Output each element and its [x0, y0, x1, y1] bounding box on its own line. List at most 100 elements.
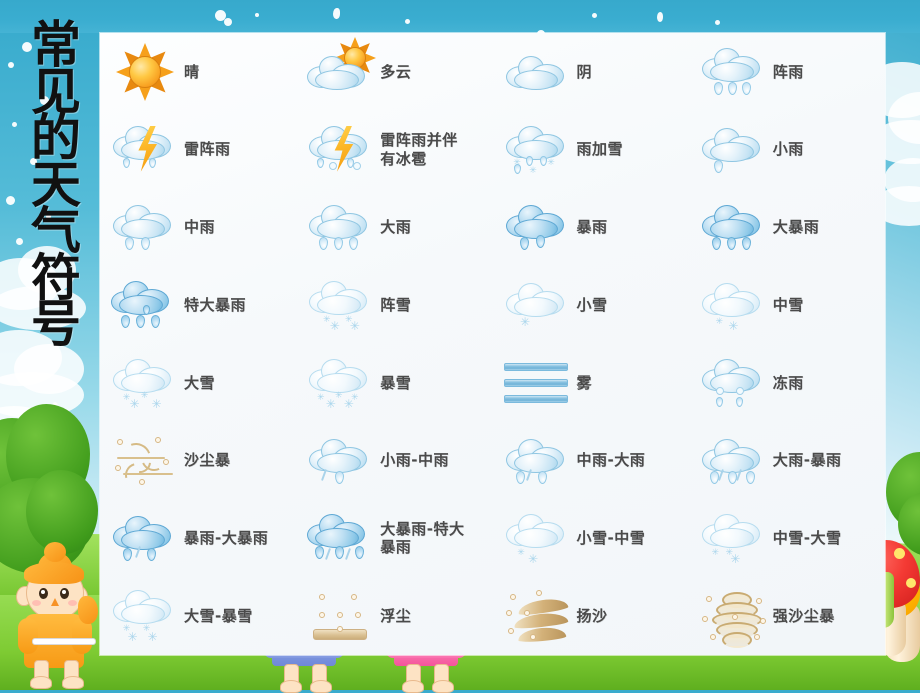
weather-symbol-label: 大雪: [184, 373, 216, 392]
weather-symbol-cell[interactable]: 雷阵雨并伴有冰雹: [296, 111, 492, 189]
weather-symbol-cell[interactable]: 大暴雨: [689, 189, 885, 267]
weather-symbol-cell[interactable]: 扬沙: [493, 577, 689, 655]
cloud-light-snow-icon: [501, 274, 577, 336]
weather-symbol-cell[interactable]: 大雪: [100, 344, 296, 422]
weather-symbol-cell[interactable]: 大雨: [296, 189, 492, 267]
cloud-light-rain-icon: [697, 119, 773, 181]
cloud-sun-icon: [304, 36, 380, 103]
cloud-freezing-rain-icon: [697, 352, 773, 414]
weather-symbol-label: 阴: [576, 62, 593, 81]
severe-sandstorm-icon: [697, 585, 773, 649]
weather-symbol-label: 雨加雪: [576, 140, 624, 159]
weather-symbol-label: 阵雪: [380, 295, 412, 314]
weather-symbol-label: 沙尘暴: [184, 451, 231, 470]
weather-symbol-label: 雾: [576, 373, 593, 392]
weather-symbol-cell[interactable]: 暴雪: [296, 344, 492, 422]
top-accent-band: [0, 0, 920, 33]
cloud-big-to-severe-rainstorm-icon: [304, 507, 380, 569]
weather-symbol-cell[interactable]: 强沙尘暴: [689, 577, 885, 655]
cloud-heavy-rain-icon: [304, 196, 380, 258]
weather-symbol-cell[interactable]: 中雨: [100, 189, 296, 267]
weather-symbol-cell[interactable]: 大雪-暴雪: [100, 577, 296, 655]
weather-symbol-cell[interactable]: 阴: [493, 33, 689, 111]
weather-symbol-cell[interactable]: 暴雨-大暴雨: [100, 500, 296, 578]
cloud-rainstorm-to-big-rainstorm-icon: [108, 507, 184, 569]
weather-symbol-label: 多云: [380, 62, 412, 81]
weather-symbol-cell[interactable]: 大雨-暴雨: [689, 422, 885, 500]
weather-symbol-grid: 晴多云阴阵雨雷阵雨雷阵雨并伴有冰雹雨加雪小雨中雨大雨暴雨大暴雨特大暴雨阵雪小雪中…: [100, 33, 885, 655]
weather-symbol-label: 特大暴雨: [184, 295, 247, 314]
weather-symbol-cell[interactable]: 暴雨: [493, 189, 689, 267]
cloud-light-to-moderate-rain-icon: [304, 430, 380, 492]
title-char: 常: [31, 16, 81, 74]
cloud-shower-icon: [697, 41, 773, 103]
cloud-moderate-snow-icon: [697, 274, 773, 336]
weather-symbol-label: 中雪-大雪: [772, 529, 842, 547]
weather-symbol-cell[interactable]: 雾: [493, 344, 689, 422]
weather-symbol-cell[interactable]: 小雨: [689, 111, 885, 189]
cloud-snow-shower-icon: [304, 274, 380, 336]
weather-symbol-cell[interactable]: 小雨-中雨: [296, 422, 492, 500]
weather-symbol-label: 小雪: [576, 295, 608, 314]
cloud-rainstorm-icon: [501, 196, 577, 258]
elf-character: [10, 542, 106, 689]
weather-symbol-cell[interactable]: 多云: [296, 33, 492, 111]
weather-symbol-label: 雷阵雨: [184, 140, 231, 159]
weather-symbol-label: 浮尘: [380, 606, 412, 625]
weather-symbol-cell[interactable]: 浮尘: [296, 577, 492, 655]
weather-symbol-cell[interactable]: 阵雨: [689, 33, 885, 111]
cloud-sleet-icon: [501, 119, 577, 181]
weather-symbol-cell[interactable]: 中雪-大雪: [689, 500, 885, 578]
cloud-severe-rainstorm-icon: [108, 274, 184, 336]
weather-symbol-label: 大暴雨: [772, 218, 820, 236]
cloud-moderate-rain-icon: [108, 196, 184, 258]
weather-symbol-cell[interactable]: 中雨-大雨: [493, 422, 689, 500]
weather-symbol-label: 中雨-大雨: [576, 451, 646, 470]
weather-symbol-label: 暴雨: [576, 218, 608, 236]
weather-symbol-label: 中雨: [184, 218, 216, 236]
weather-symbol-label: 暴雪: [380, 373, 412, 392]
cloud-big-rainstorm-icon: [697, 196, 773, 258]
weather-symbol-label: 大雨-暴雨: [772, 451, 842, 470]
cloud-snowstorm-icon: [304, 352, 380, 414]
weather-symbol-label: 小雨: [772, 140, 804, 159]
weather-symbol-cell[interactable]: 特大暴雨: [100, 266, 296, 344]
weather-symbol-cell[interactable]: 小雪-中雪: [493, 500, 689, 578]
title-char: 号: [31, 295, 81, 353]
weather-symbol-cell[interactable]: 沙尘暴: [100, 422, 296, 500]
title-char: 气: [31, 202, 81, 260]
weather-symbol-label: 小雨-中雨: [380, 451, 449, 470]
weather-symbol-label: 冻雨: [772, 373, 804, 392]
cloud-moderate-to-heavy-rain-icon: [501, 430, 577, 492]
weather-symbol-cell[interactable]: 阵雪: [296, 266, 492, 344]
weather-symbol-label: 晴: [184, 62, 200, 81]
cloud-heavy-snow-to-snowstorm-icon: [108, 585, 184, 647]
weather-symbol-cell[interactable]: 大暴雨-特大暴雨: [296, 500, 492, 578]
cloud-moderate-to-heavy-snow-icon: [697, 507, 773, 569]
weather-symbol-cell[interactable]: 雷阵雨: [100, 111, 296, 189]
fog-icon: [501, 352, 577, 414]
weather-symbol-cell[interactable]: 小雪: [493, 266, 689, 344]
sun-icon: [108, 41, 184, 103]
blowing-sand-icon: [501, 585, 577, 647]
weather-symbol-label: 扬沙: [576, 606, 608, 625]
sun-glyph: [116, 42, 174, 101]
cloud-heavy-snow-icon: [108, 352, 184, 414]
weather-symbol-label: 暴雨-大暴雨: [184, 529, 269, 547]
cloud-overcast-icon: [501, 41, 577, 103]
sandstorm-icon: [108, 430, 184, 492]
cloud-heavy-rain-to-rainstorm-icon: [697, 430, 773, 492]
weather-symbol-cell[interactable]: 中雪: [689, 266, 885, 344]
weather-symbol-label: 强沙尘暴: [772, 606, 835, 625]
weather-symbol-label: 大雪-暴雪: [184, 606, 253, 625]
weather-symbol-cell[interactable]: 晴: [100, 33, 296, 111]
floating-dust-icon: [304, 585, 380, 647]
cloud-thunder-rain-icon: [108, 119, 184, 181]
cloud-light-to-moderate-snow-icon: [501, 507, 577, 569]
weather-symbol-cell[interactable]: 冻雨: [689, 344, 885, 422]
weather-symbol-label: 小雪-中雪: [576, 529, 646, 547]
weather-symbol-cell[interactable]: 雨加雪: [493, 111, 689, 189]
weather-symbol-label: 阵雨: [772, 62, 804, 81]
weather-symbol-label: 中雪: [772, 295, 804, 314]
slide-title: 常 见 的 天 气 符 号: [24, 16, 88, 353]
